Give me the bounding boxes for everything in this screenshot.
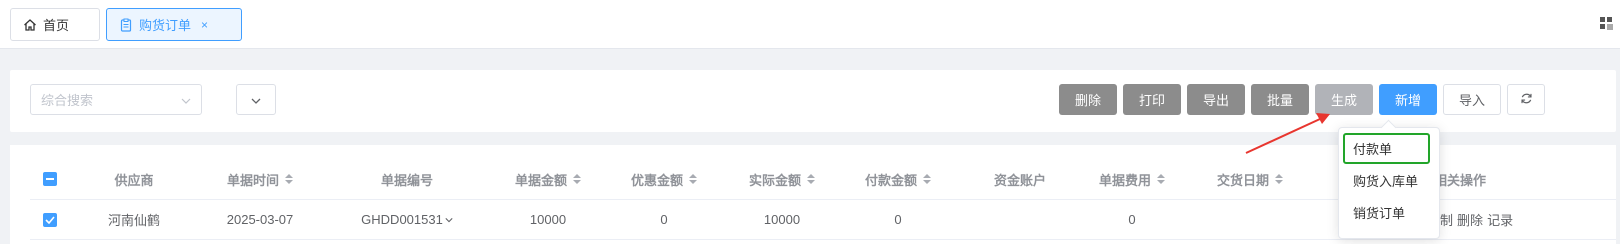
- close-icon[interactable]: ×: [201, 18, 208, 32]
- chevron-down-icon: [251, 92, 261, 107]
- import-button[interactable]: 导入: [1443, 84, 1501, 115]
- search-select[interactable]: 综合搜索: [30, 84, 202, 115]
- indeterminate-checkbox-icon: [43, 172, 57, 186]
- clipboard-icon: [119, 18, 133, 32]
- cell-date: 2025-03-07: [226, 212, 294, 227]
- generate-button[interactable]: 生成: [1315, 84, 1373, 115]
- cell-fee: 0: [1128, 212, 1136, 227]
- header-amount[interactable]: 单据金额: [488, 159, 608, 199]
- delete-button[interactable]: 删除: [1059, 84, 1117, 115]
- tab-home-label: 首页: [43, 18, 70, 33]
- batch-button[interactable]: 批量: [1251, 84, 1309, 115]
- header-fee-label: 单据费用: [1098, 172, 1151, 188]
- dropdown-item-sales-order[interactable]: 销货订单: [1353, 203, 1405, 222]
- select-all-checkbox[interactable]: [30, 159, 70, 199]
- dropdown-item-purchase-receipt[interactable]: 购货入库单: [1353, 171, 1418, 190]
- tab-purchase-order-label: 购货订单: [139, 18, 192, 33]
- header-fee[interactable]: 单据费用: [1070, 159, 1194, 199]
- tab-purchase-order[interactable]: 购货订单 ×: [106, 8, 242, 41]
- sort-icon[interactable]: [285, 174, 293, 184]
- header-delivery[interactable]: 交货日期: [1188, 159, 1312, 199]
- export-button[interactable]: 导出: [1187, 84, 1245, 115]
- header-date-label: 单据时间: [226, 172, 279, 188]
- search-placeholder: 综合搜索: [41, 93, 94, 108]
- tab-bar: 首页 购货订单 ×: [0, 0, 1620, 49]
- header-paid[interactable]: 付款金额: [836, 159, 960, 199]
- chevron-down-icon[interactable]: [445, 217, 453, 223]
- header-amount-label: 单据金额: [514, 172, 567, 188]
- header-discount-label: 优惠金额: [630, 172, 683, 188]
- generate-dropdown: 付款单 购货入库单 销货订单: [1338, 127, 1440, 239]
- header-date[interactable]: 单据时间: [200, 159, 320, 199]
- refresh-button[interactable]: [1507, 84, 1545, 115]
- header-account: 资金账户: [993, 172, 1046, 188]
- refresh-icon: [1520, 92, 1533, 108]
- op-record-link[interactable]: 记录: [1487, 210, 1513, 229]
- sort-icon[interactable]: [1157, 174, 1165, 184]
- header-discount[interactable]: 优惠金额: [604, 159, 724, 199]
- cell-actual: 10000: [763, 212, 801, 227]
- cell-number[interactable]: GHDD001531: [332, 200, 482, 239]
- cell-paid: 0: [894, 212, 902, 227]
- home-icon: [23, 18, 37, 32]
- sort-icon[interactable]: [807, 174, 815, 184]
- sort-icon[interactable]: [1275, 174, 1283, 184]
- grid-menu-icon[interactable]: [1600, 17, 1614, 34]
- header-delivery-label: 交货日期: [1216, 172, 1269, 188]
- cell-account: [970, 200, 1070, 239]
- cell-discount: 0: [660, 212, 668, 227]
- cell-amount: 10000: [529, 212, 567, 227]
- dropdown-item-payment[interactable]: 付款单: [1353, 139, 1392, 158]
- header-actual-label: 实际金额: [748, 172, 801, 188]
- sort-icon[interactable]: [689, 174, 697, 184]
- tab-home[interactable]: 首页: [10, 8, 100, 41]
- header-actual[interactable]: 实际金额: [720, 159, 844, 199]
- cell-supplier: 河南仙鹤: [107, 213, 160, 228]
- print-button[interactable]: 打印: [1123, 84, 1181, 115]
- header-paid-label: 付款金额: [864, 172, 917, 188]
- header-number[interactable]: 单据编号: [332, 159, 482, 199]
- sort-icon[interactable]: [923, 174, 931, 184]
- header-supplier[interactable]: 供应商: [74, 159, 194, 199]
- toolbar-card: 综合搜索 删除 打印 导出 批量 生成 新增 导入: [10, 70, 1616, 132]
- add-button[interactable]: 新增: [1379, 84, 1437, 115]
- row-checkbox[interactable]: [30, 200, 70, 239]
- checkmark-icon: [43, 212, 57, 227]
- expand-filter-button[interactable]: [236, 84, 276, 115]
- op-delete-link[interactable]: 删除: [1457, 210, 1483, 229]
- sort-icon[interactable]: [573, 174, 581, 184]
- chevron-down-icon: [181, 92, 191, 107]
- cell-number-text: GHDD001531: [361, 212, 443, 227]
